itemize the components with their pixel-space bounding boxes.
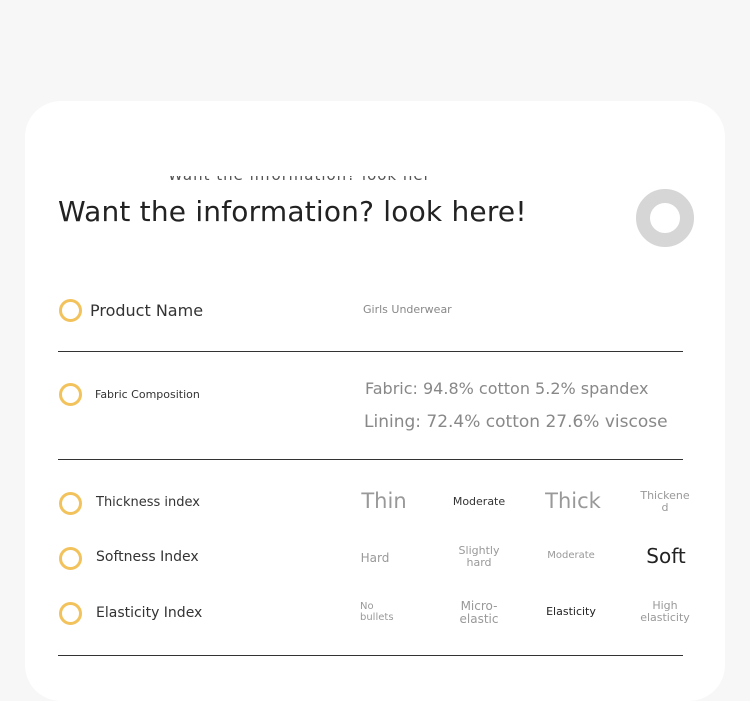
softness-bullet-icon xyxy=(59,547,82,570)
elasticity-option-no-bullets: No bullets xyxy=(360,601,394,623)
page-title: Want the information? look here! xyxy=(58,195,527,228)
softness-option-soft: Soft xyxy=(646,544,686,568)
fabric-value: Fabric: 94.8% cotton 5.2% spandex xyxy=(365,379,649,398)
thickness-option-moderate: Moderate xyxy=(452,495,506,508)
thickness-index-label: Thickness index xyxy=(96,495,200,510)
decorative-ring-icon xyxy=(636,189,694,247)
elasticity-option-elasticity: Elasticity xyxy=(546,605,596,618)
divider xyxy=(58,459,683,460)
product-bullet-icon xyxy=(59,299,82,322)
fabric-composition-label: Fabric Composition xyxy=(95,388,200,401)
elasticity-option-micro-elastic: Micro- elastic xyxy=(459,599,499,626)
clipped-heading-echo: Want the information? look here! xyxy=(168,176,428,188)
thickness-option-thin: Thin xyxy=(361,489,407,513)
product-name-value: Girls Underwear xyxy=(363,303,452,316)
product-name-label: Product Name xyxy=(90,301,204,320)
elasticity-index-label: Elasticity Index xyxy=(96,605,203,621)
thickness-option-thickened: Thickene d xyxy=(640,489,690,514)
divider xyxy=(58,655,683,656)
elasticity-bullet-icon xyxy=(59,602,82,625)
fabric-bullet-icon xyxy=(59,383,82,406)
clipped-heading-text: Want the information? look here! xyxy=(168,176,428,184)
thickness-bullet-icon xyxy=(59,492,82,515)
softness-option-slightly-hard: Slightly hard xyxy=(458,544,500,569)
softness-option-hard: Hard xyxy=(360,551,390,565)
softness-index-label: Softness Index xyxy=(96,549,199,565)
softness-option-moderate: Moderate xyxy=(547,550,595,561)
thickness-option-thick: Thick xyxy=(545,489,601,513)
elasticity-option-high-elasticity: High elasticity xyxy=(640,599,690,624)
divider xyxy=(58,351,683,352)
lining-value: Lining: 72.4% cotton 27.6% viscose xyxy=(364,412,668,432)
